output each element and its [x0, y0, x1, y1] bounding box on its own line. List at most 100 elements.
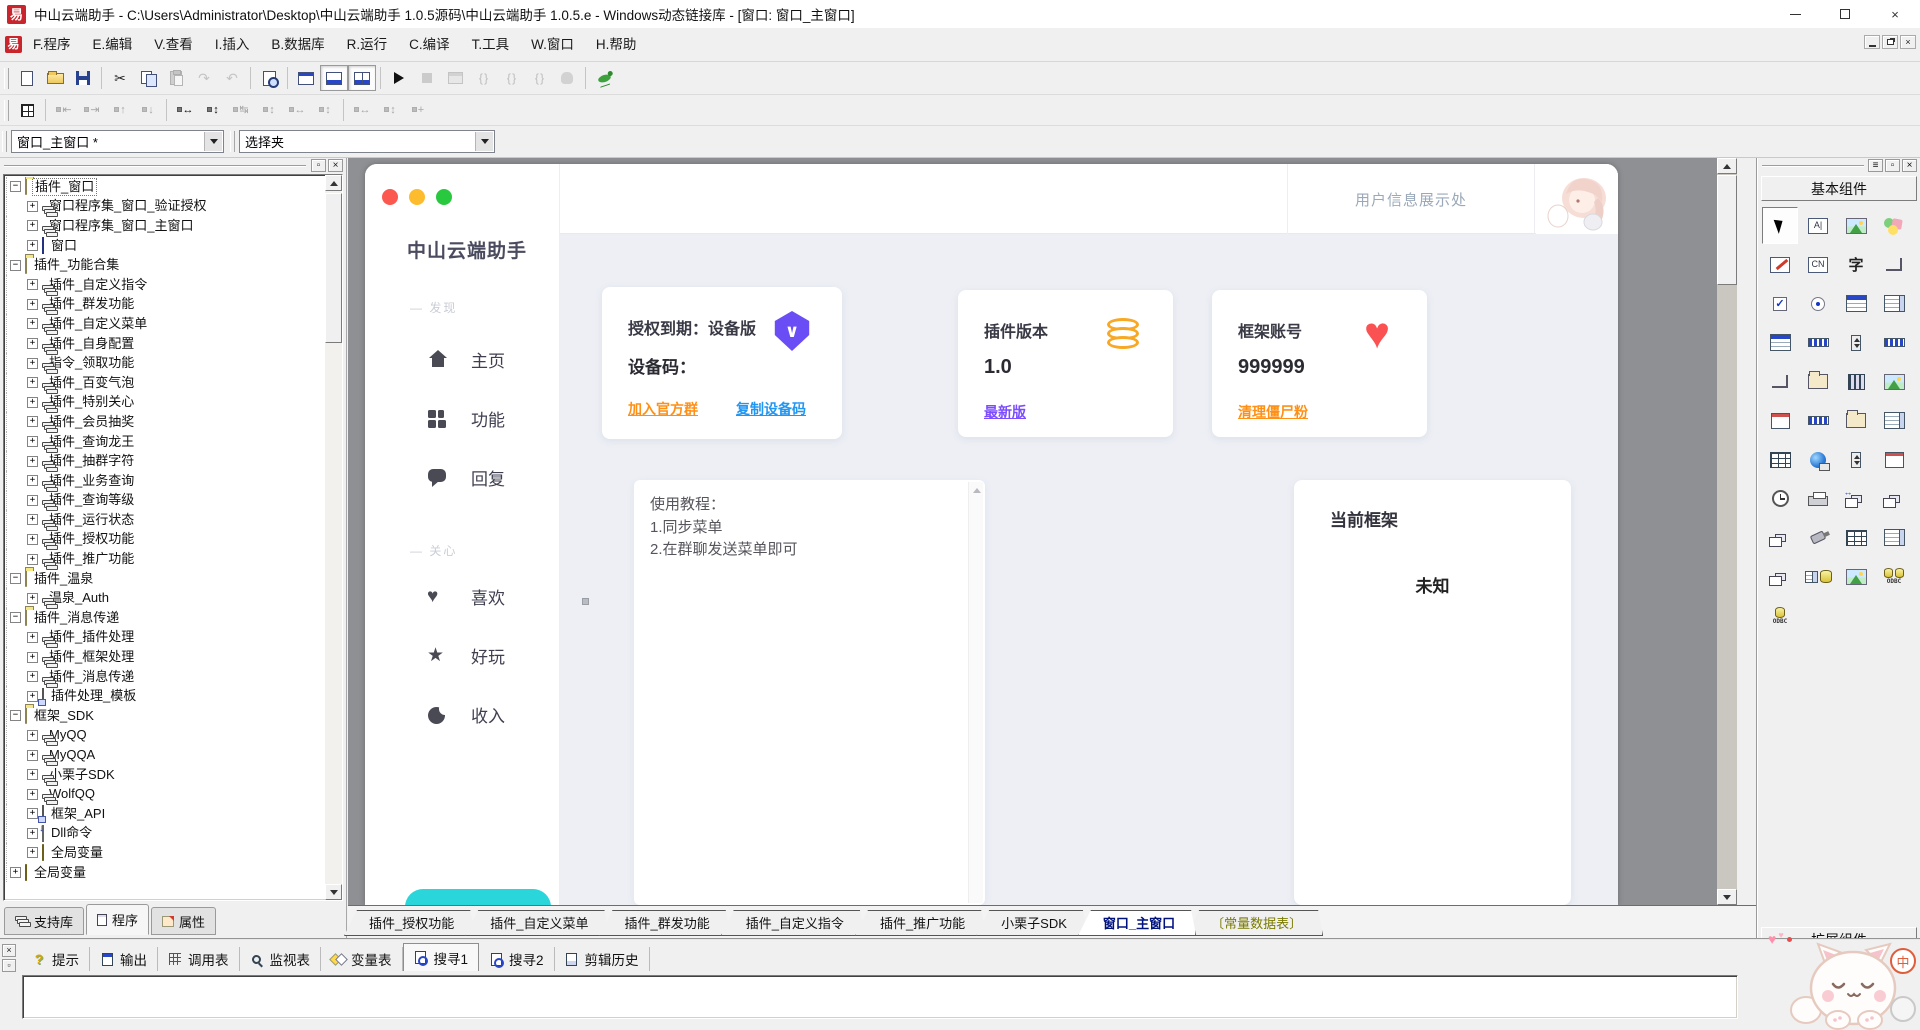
- tree-item-label[interactable]: 插件_消息传递: [47, 669, 136, 685]
- minimize-button[interactable]: [1770, 0, 1820, 28]
- debug-window-button[interactable]: [441, 65, 469, 91]
- editor-tab-窗口_主窗口[interactable]: 窗口_主窗口: [1078, 910, 1196, 936]
- dock-tab-监视表[interactable]: 监视表: [240, 947, 322, 971]
- space-evenly-across-button[interactable]: ↹: [227, 97, 255, 123]
- folder-combobox[interactable]: 选择夹: [239, 130, 495, 153]
- tree-expand-toggle[interactable]: +: [27, 534, 38, 545]
- component-timer-clock[interactable]: [1762, 480, 1798, 517]
- tree-expand-toggle[interactable]: +: [27, 416, 38, 427]
- tree-expand-toggle[interactable]: −: [10, 260, 21, 271]
- clean-zombie-fans-link[interactable]: 清理僵尸粉: [1238, 402, 1308, 422]
- tree-expand-toggle[interactable]: +: [27, 769, 38, 780]
- component-calendar[interactable]: [1762, 402, 1798, 439]
- sidebar-bottom-button[interactable]: [405, 889, 551, 905]
- align-left-button[interactable]: ⇤: [50, 97, 78, 123]
- component-input-box[interactable]: CN: [1800, 246, 1836, 283]
- nav-item-喜欢[interactable]: ♥喜欢: [427, 584, 505, 609]
- tree-item-label[interactable]: 指令_领取功能: [47, 355, 136, 371]
- component-record-to-var[interactable]: [1800, 558, 1836, 595]
- tree-row[interactable]: + 插件_会员抽奖: [6, 412, 323, 432]
- tree-expand-toggle[interactable]: +: [27, 593, 38, 604]
- layout-left-pane-button[interactable]: [292, 65, 320, 91]
- tree-item-label[interactable]: 全局变量: [32, 865, 88, 881]
- component-color-palette[interactable]: [1762, 441, 1798, 478]
- tree-expand-toggle[interactable]: +: [27, 240, 38, 251]
- tree-scrollbar[interactable]: [325, 175, 342, 900]
- component-horizontal-scrollbar[interactable]: [1800, 324, 1836, 361]
- tree-expand-toggle[interactable]: +: [27, 299, 38, 310]
- nav-item-主页[interactable]: 主页: [427, 347, 505, 372]
- tree-item-label[interactable]: 插件_会员抽奖: [47, 414, 136, 430]
- tree-expand-toggle[interactable]: +: [27, 456, 38, 467]
- tree-item-label[interactable]: 插件_功能合集: [32, 257, 121, 273]
- tree-row[interactable]: +MyQQ: [6, 726, 323, 746]
- form-grid-settings-button[interactable]: [13, 97, 41, 123]
- component-label[interactable]: A|: [1800, 207, 1836, 244]
- component-select-cursor[interactable]: [1762, 207, 1798, 244]
- menu-T.工具[interactable]: T.工具: [461, 33, 521, 57]
- tree-expand-toggle[interactable]: +: [27, 828, 38, 839]
- tree-row[interactable]: +插件_群发功能: [6, 295, 323, 315]
- scroll-up-icon[interactable]: [973, 488, 981, 493]
- component-frame-border[interactable]: [1876, 246, 1912, 283]
- tree-item-label[interactable]: 插件_窗口: [32, 178, 97, 196]
- tree-item-label[interactable]: 插件_自身配置: [47, 336, 136, 352]
- tree-expand-toggle[interactable]: +: [27, 220, 38, 231]
- component-printer[interactable]: [1800, 480, 1836, 517]
- tree-expand-toggle[interactable]: +: [27, 632, 38, 643]
- make-same-width-button[interactable]: ↔: [283, 97, 311, 123]
- component-combobox[interactable]: [1762, 324, 1798, 361]
- tree-expand-toggle[interactable]: +: [27, 514, 38, 525]
- ime-badge[interactable]: 中: [1890, 948, 1916, 974]
- component-data-exchange[interactable]: [1838, 480, 1874, 517]
- tree-expand-toggle[interactable]: +: [27, 475, 38, 486]
- menu-C.编译[interactable]: C.编译: [398, 33, 461, 57]
- mdi-close-button[interactable]: ×: [1900, 35, 1916, 49]
- component-edit-line[interactable]: [1800, 402, 1836, 439]
- align-right-button[interactable]: ⇥: [78, 97, 106, 123]
- tree-row[interactable]: +插件_特别关心: [6, 393, 323, 413]
- toolbar-grip[interactable]: [2, 131, 7, 152]
- tutorial-textbox[interactable]: 使用教程： 1.同步菜单 2.在群聊发送菜单即可: [634, 480, 985, 905]
- left-tab-支持库[interactable]: 支持库: [4, 907, 84, 935]
- step-over-button[interactable]: { }: [497, 65, 525, 91]
- tree-row[interactable]: +插件_自定义指令: [6, 275, 323, 295]
- scroll-up-button[interactable]: [1717, 158, 1737, 174]
- tree-row[interactable]: +窗口: [6, 236, 323, 256]
- latest-version-link[interactable]: 最新版: [984, 402, 1026, 422]
- tree-row[interactable]: +插件_运行状态: [6, 510, 323, 530]
- menu-V.查看[interactable]: V.查看: [143, 33, 204, 57]
- component-tab-folder[interactable]: [1800, 363, 1836, 400]
- component-super-list[interactable]: [1876, 519, 1912, 556]
- tree-expand-toggle[interactable]: +: [27, 436, 38, 447]
- tree-expand-toggle[interactable]: −: [10, 710, 21, 721]
- dock-tab-调用表[interactable]: 调用表: [158, 947, 240, 971]
- tree-row[interactable]: +插件_业务查询: [6, 471, 323, 491]
- tree-expand-toggle[interactable]: +: [27, 652, 38, 663]
- copy-button[interactable]: [134, 65, 162, 91]
- tree-expand-toggle[interactable]: +: [27, 338, 38, 349]
- tree-row[interactable]: +WolfQQ: [6, 784, 323, 804]
- tree-expand-toggle[interactable]: −: [10, 573, 21, 584]
- tree-row[interactable]: +插件_查询等级: [6, 491, 323, 511]
- tree-row[interactable]: +全局变量: [6, 863, 323, 883]
- left-tab-属性[interactable]: 属性: [151, 907, 216, 935]
- nav-item-功能[interactable]: 功能: [427, 406, 505, 431]
- tree-item-label[interactable]: 框架_API: [49, 806, 107, 822]
- tree-expand-toggle[interactable]: +: [27, 554, 38, 565]
- mdi-minimize-button[interactable]: [1864, 35, 1880, 49]
- tree-expand-toggle[interactable]: +: [27, 377, 38, 388]
- tree-row[interactable]: +插件_查询龙王: [6, 432, 323, 452]
- component-document-box[interactable]: [1876, 402, 1912, 439]
- tree-item-label[interactable]: 插件_查询等级: [47, 492, 136, 508]
- new-file-button[interactable]: [13, 65, 41, 91]
- component-image-viewer[interactable]: [1838, 558, 1874, 595]
- designer-scrollbar[interactable]: [1717, 158, 1737, 905]
- tree-expand-toggle[interactable]: +: [27, 847, 38, 858]
- scroll-down-button[interactable]: [325, 884, 342, 900]
- tree-expand-toggle[interactable]: +: [27, 730, 38, 741]
- tree-expand-toggle[interactable]: +: [27, 318, 38, 329]
- tree-row[interactable]: +插件处理_模板: [6, 686, 323, 706]
- textbox-scrollbar[interactable]: [968, 482, 983, 903]
- component-listbox[interactable]: [1838, 285, 1874, 322]
